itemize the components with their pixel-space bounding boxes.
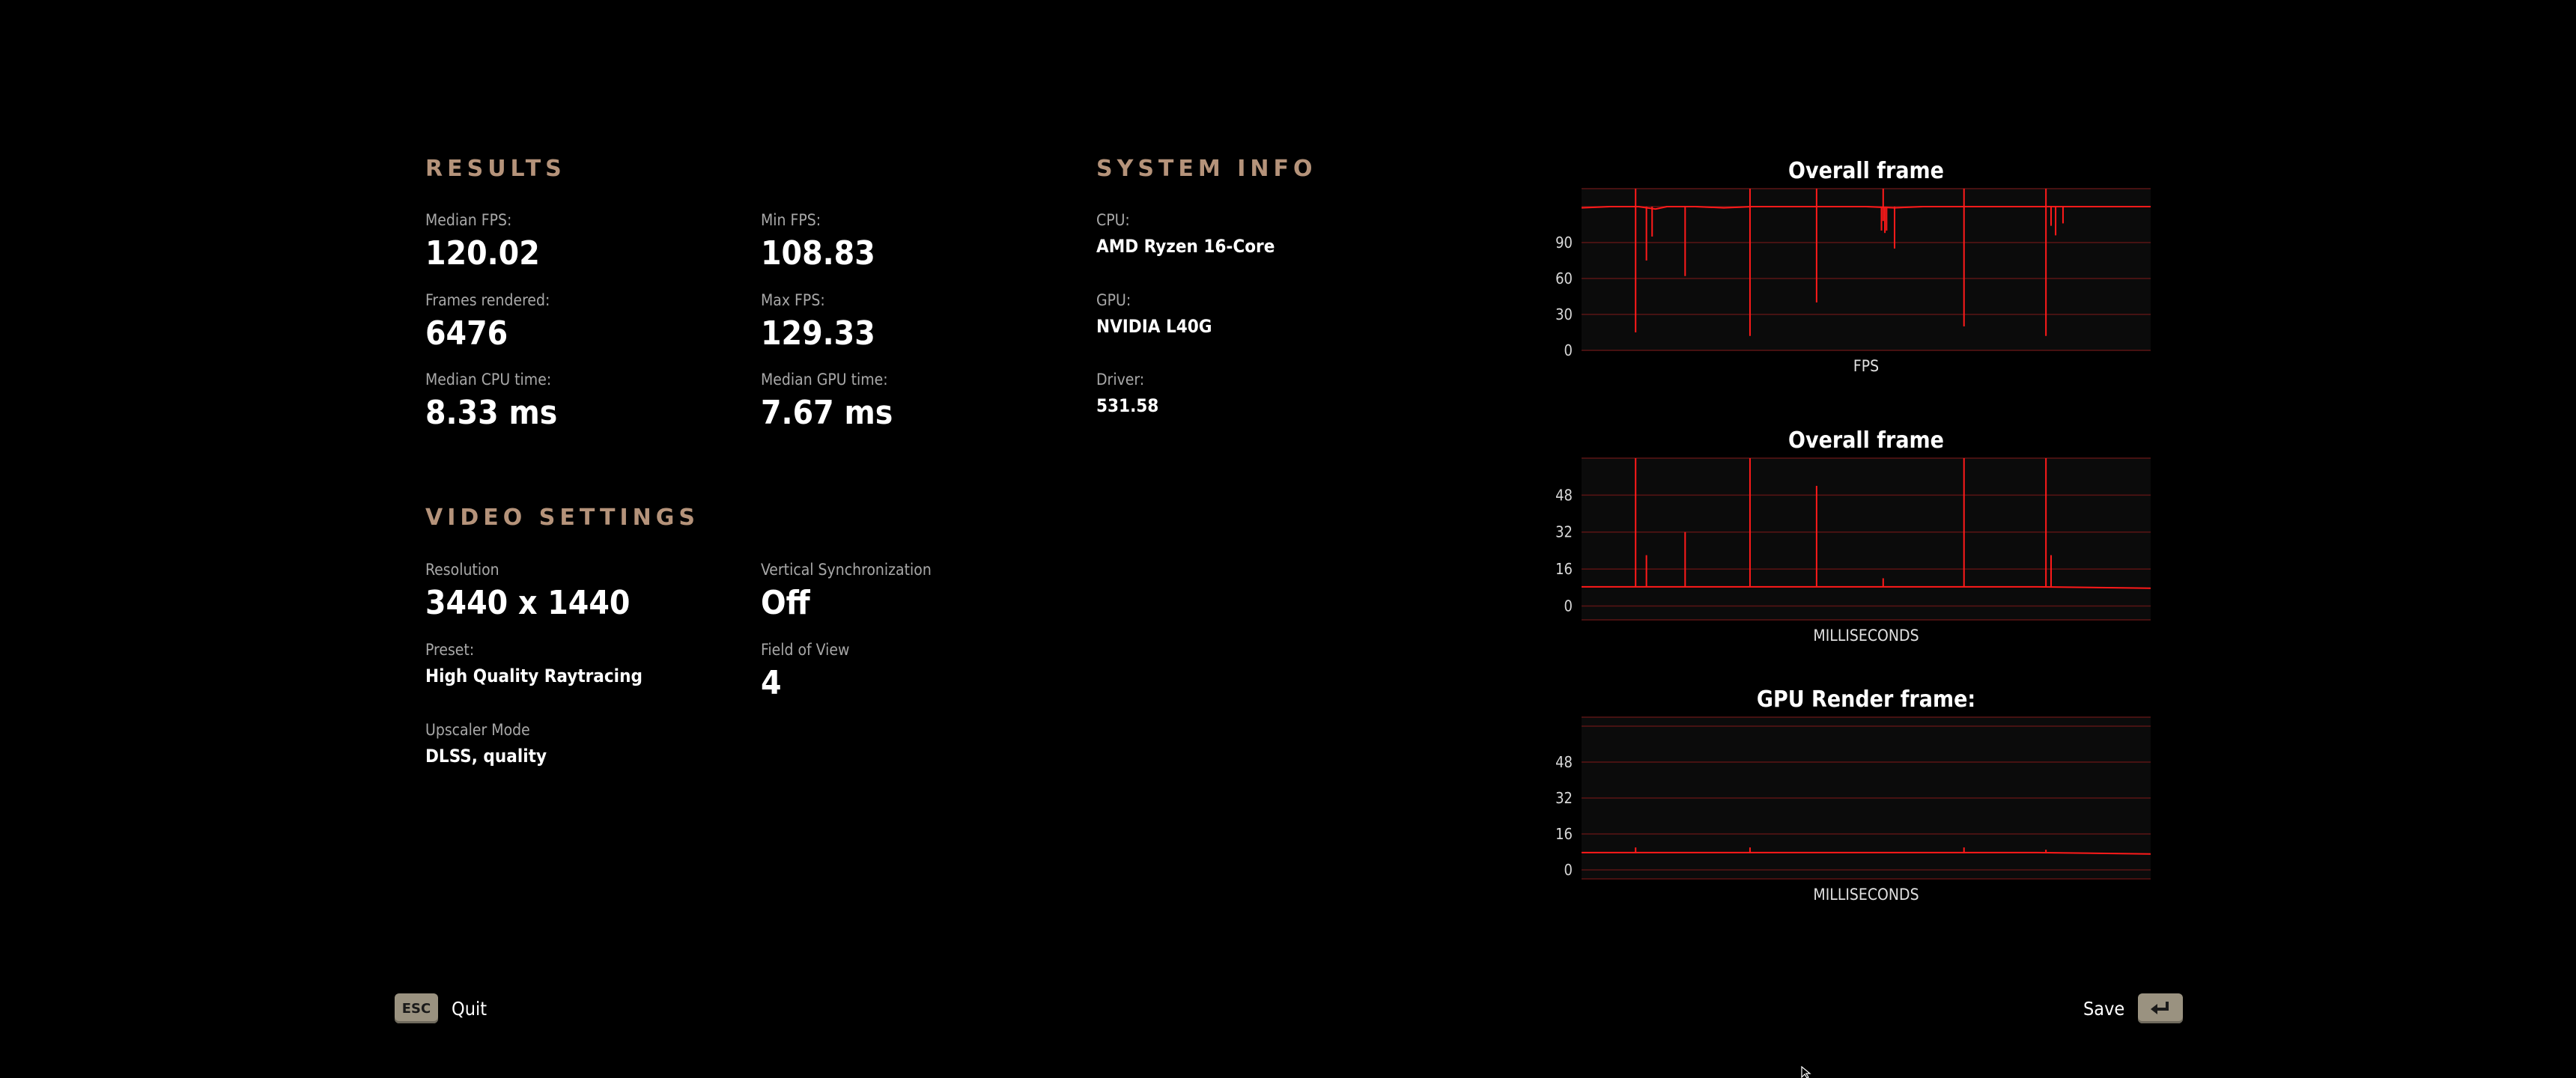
y-tick-label: 16 xyxy=(1555,560,1573,578)
fov-label: Field of View xyxy=(761,641,850,659)
chart-overall-ms: Overall frame 0 16 32 48 MILLISECONDS xyxy=(1543,419,2157,651)
upscaler-label: Upscaler Mode xyxy=(425,721,530,739)
resolution-value: 3440 x 1440 xyxy=(425,584,631,622)
y-tick-label: 60 xyxy=(1555,270,1573,287)
y-tick-label: 0 xyxy=(1564,341,1573,359)
plot-background xyxy=(1582,189,2151,350)
gpu-info: GPU: NVIDIA L40G xyxy=(1096,291,1212,337)
system-info-title: SYSTEM INFO xyxy=(1096,156,1317,182)
preset: Preset: High Quality Raytracing xyxy=(425,641,643,686)
chart-title: Overall frame xyxy=(1788,427,1944,454)
gpu-label: GPU: xyxy=(1096,291,1131,309)
gpu-value: NVIDIA L40G xyxy=(1096,316,1212,337)
vsync: Vertical Synchronization Off xyxy=(761,562,932,620)
median-fps-label: Median FPS: xyxy=(425,211,512,229)
y-tick-label: 32 xyxy=(1555,789,1573,807)
chart-overall-ms-svg: Overall frame 0 16 32 48 MILLISECONDS xyxy=(1555,427,2151,645)
driver-info: Driver: 531.58 xyxy=(1096,372,1158,415)
x-axis-label: MILLISECONDS xyxy=(1813,886,1919,904)
fov-value: 4 xyxy=(761,664,782,702)
min-fps: Min FPS: 108.83 xyxy=(761,213,875,270)
resolution-label: Resolution xyxy=(425,561,499,579)
frames-rendered-label: Frames rendered: xyxy=(425,291,550,309)
esc-key-icon: ESC xyxy=(395,993,438,1023)
resolution: Resolution 3440 x 1440 xyxy=(425,562,630,620)
median-gpu-time: Median GPU time: 7.67 ms xyxy=(761,372,893,430)
vsync-value: Off xyxy=(761,584,810,622)
max-fps-value: 129.33 xyxy=(761,314,875,353)
x-axis-label: MILLISECONDS xyxy=(1813,627,1919,645)
median-gpu-time-value: 7.67 ms xyxy=(761,394,893,432)
median-fps: Median FPS: 120.02 xyxy=(425,213,540,270)
upscaler-mode: Upscaler Mode DLSS, quality xyxy=(425,721,547,767)
chart-title: GPU Render frame: xyxy=(1757,686,1975,713)
y-tick-label: 90 xyxy=(1555,234,1573,252)
chart-gpu-render: GPU Render frame: 0 16 32 48 MILLISECONDS xyxy=(1543,678,2157,910)
median-cpu-time-label: Median CPU time: xyxy=(425,371,552,389)
median-cpu-time-value: 8.33 ms xyxy=(425,394,558,432)
y-tick-label: 48 xyxy=(1555,753,1573,771)
mouse-cursor-icon xyxy=(1801,1065,1813,1078)
plot-area xyxy=(1581,188,2151,351)
preset-label: Preset: xyxy=(425,641,475,659)
driver-label: Driver: xyxy=(1096,371,1145,389)
x-axis-label: FPS xyxy=(1853,357,1879,375)
field-of-view: Field of View 4 xyxy=(761,642,849,700)
min-fps-label: Min FPS: xyxy=(761,211,821,229)
frames-rendered-value: 6476 xyxy=(425,314,508,353)
max-fps: Max FPS: 129.33 xyxy=(761,293,875,350)
cpu-info: CPU: AMD Ryzen 16-Core xyxy=(1096,211,1275,257)
min-fps-value: 108.83 xyxy=(761,234,875,272)
y-tick-label: 30 xyxy=(1555,305,1573,323)
y-tick-label: 0 xyxy=(1564,597,1573,615)
plot-background xyxy=(1582,458,2151,620)
max-fps-label: Max FPS: xyxy=(761,291,825,309)
cpu-label: CPU: xyxy=(1096,211,1130,229)
frames-rendered: Frames rendered: 6476 xyxy=(425,293,550,350)
save-label: Save xyxy=(2083,997,2125,1020)
video-settings-title: VIDEO SETTINGS xyxy=(425,505,699,531)
chart-gpu-render-svg: GPU Render frame: 0 16 32 48 MILLISECONDS xyxy=(1555,686,2151,904)
y-tick-label: 32 xyxy=(1555,523,1573,541)
preset-value: High Quality Raytracing xyxy=(425,666,643,686)
upscaler-value: DLSS, quality xyxy=(425,746,547,767)
chart-title: Overall frame xyxy=(1788,158,1944,184)
chart-overall-fps-svg: Overall frame 0 30 60 90 FPS xyxy=(1555,158,2151,375)
cpu-value: AMD Ryzen 16-Core xyxy=(1096,236,1275,257)
y-tick-label: 48 xyxy=(1555,486,1573,504)
results-title: RESULTS xyxy=(425,156,566,182)
vsync-label: Vertical Synchronization xyxy=(761,561,932,579)
plot-area xyxy=(1582,716,2151,880)
chart-overall-fps: Overall frame 0 30 60 90 FPS xyxy=(1543,150,2157,382)
quit-label: Quit xyxy=(452,997,487,1020)
median-fps-value: 120.02 xyxy=(425,234,540,272)
y-tick-label: 0 xyxy=(1564,861,1573,879)
y-tick-label: 16 xyxy=(1555,825,1573,843)
median-cpu-time: Median CPU time: 8.33 ms xyxy=(425,372,557,430)
plot-area xyxy=(1582,457,2151,621)
median-gpu-time-label: Median GPU time: xyxy=(761,371,888,389)
quit-button[interactable]: ESC Quit xyxy=(395,993,487,1023)
driver-value: 531.58 xyxy=(1096,395,1159,416)
save-button[interactable]: Save xyxy=(2083,993,2184,1023)
enter-icon xyxy=(2138,993,2184,1023)
